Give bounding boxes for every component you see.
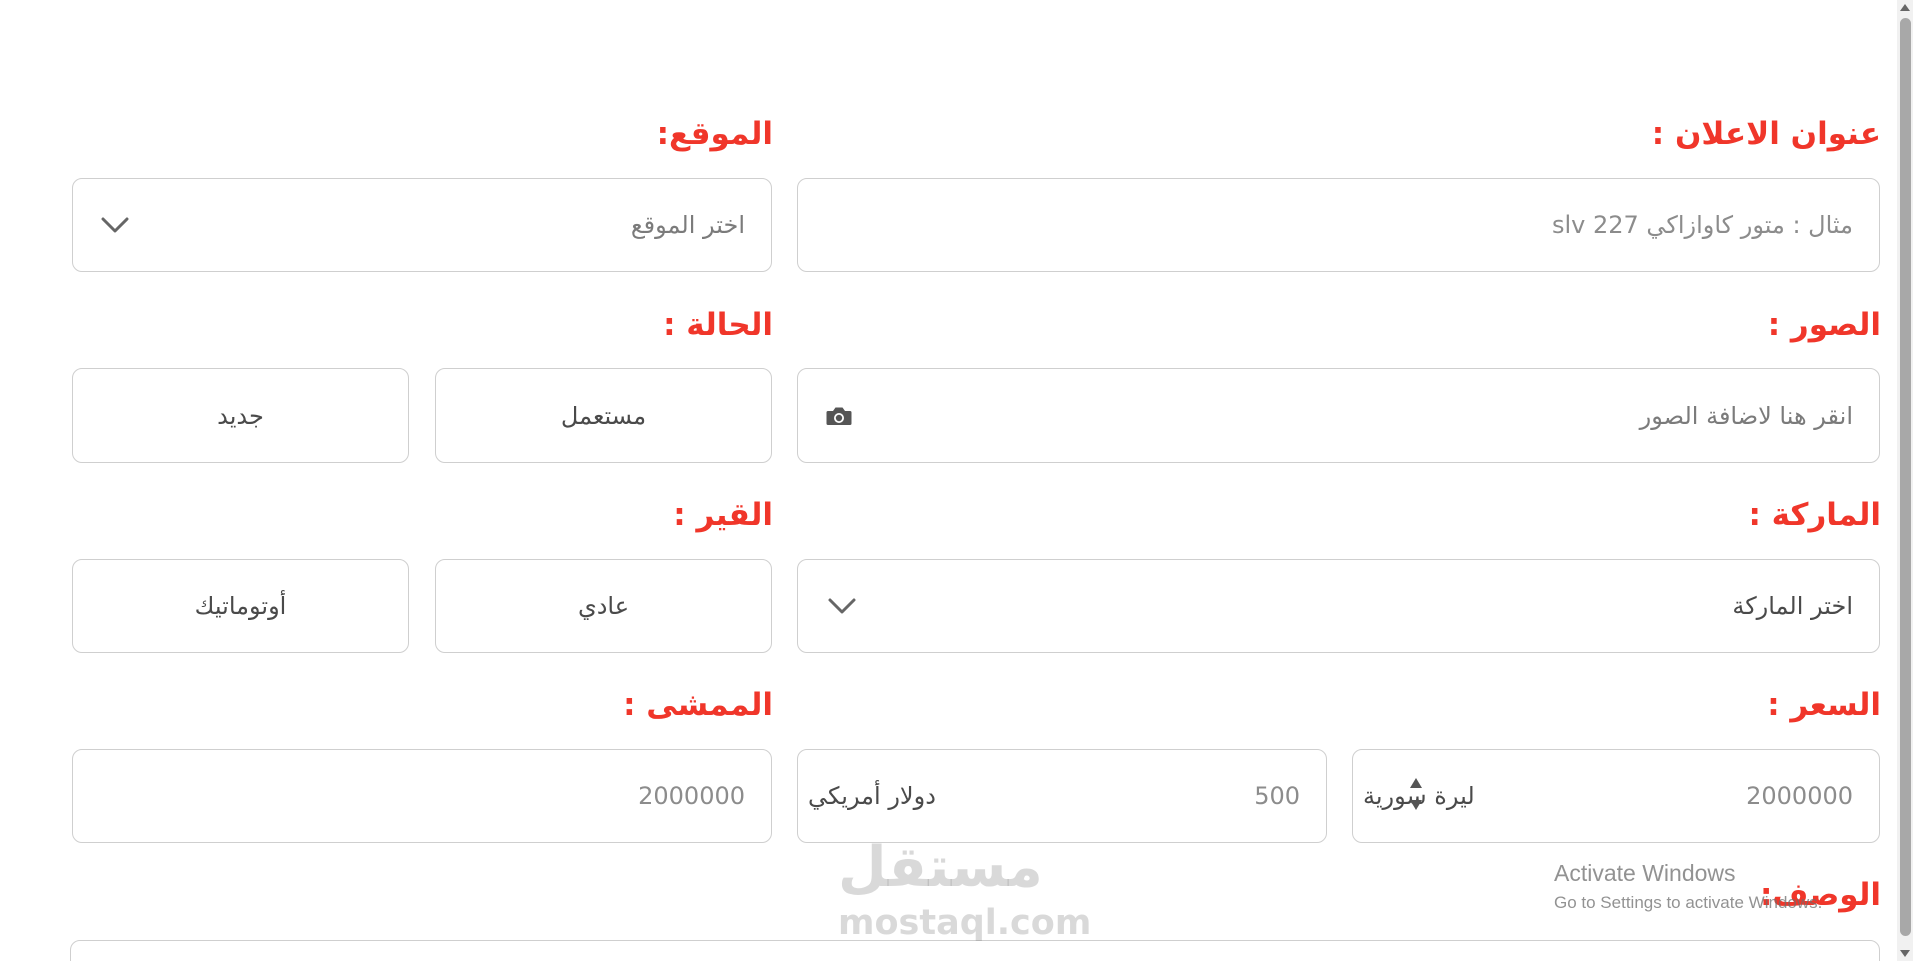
ad-title-label: عنوان الاعلان : <box>1651 116 1881 152</box>
transmission-automatic-label: أوتوماتيك <box>194 592 287 620</box>
location-label: الموقع: <box>656 116 773 152</box>
ad-title-placeholder: مثال : متور كاوازاكي slv 227 <box>1551 211 1853 239</box>
price-label: السعر : <box>1767 687 1881 723</box>
scroll-up-arrow-icon[interactable] <box>1900 4 1910 11</box>
camera-icon <box>826 407 852 425</box>
mileage-label: الممشى : <box>623 687 773 723</box>
condition-label: الحالة : <box>663 307 773 343</box>
chevron-down-icon <box>828 598 856 614</box>
images-upload-field[interactable]: انقر هنا لاضافة الصور <box>797 368 1880 463</box>
transmission-option-automatic[interactable]: أوتوماتيك <box>72 559 409 653</box>
brand-placeholder: اختر الماركة <box>1732 592 1853 620</box>
condition-new-label: جديد <box>217 401 264 430</box>
condition-option-used[interactable]: مستعمل <box>435 368 772 463</box>
scroll-down-arrow-icon[interactable] <box>1900 950 1910 957</box>
mileage-value: 2000000 <box>638 782 745 810</box>
number-spinner-icon[interactable] <box>1409 776 1423 812</box>
brand-select[interactable]: اختر الماركة <box>797 559 1880 653</box>
transmission-option-manual[interactable]: عادي <box>435 559 772 653</box>
transmission-manual-label: عادي <box>577 592 630 620</box>
watermark-logo: مستقل <box>838 835 1043 900</box>
brand-label: الماركة : <box>1748 497 1881 533</box>
activate-windows-subtitle: Go to Settings to activate Windows. <box>1554 893 1823 912</box>
price-usd-currency: دولار أمريكي <box>808 782 936 810</box>
images-label: الصور : <box>1767 307 1881 343</box>
description-textarea[interactable] <box>70 940 1880 961</box>
location-placeholder: اختر الموقع <box>630 211 745 239</box>
transmission-label: القير : <box>673 497 773 533</box>
activate-windows-title: Activate Windows <box>1554 860 1736 886</box>
scrollbar-thumb[interactable] <box>1900 18 1911 936</box>
price-usd-input[interactable]: 500 دولار أمريكي <box>797 749 1327 843</box>
mileage-input[interactable]: 2000000 <box>72 749 772 843</box>
condition-option-new[interactable]: جديد <box>72 368 409 463</box>
condition-used-label: مستعمل <box>560 401 647 430</box>
images-placeholder: انقر هنا لاضافة الصور <box>1639 401 1853 430</box>
location-select[interactable]: اختر الموقع <box>72 178 772 272</box>
watermark-url: mostaql.com <box>838 903 1092 943</box>
vertical-scrollbar[interactable] <box>1897 0 1913 961</box>
price-usd-value: 500 <box>1254 782 1300 810</box>
price-syp-value: 2000000 <box>1746 782 1853 810</box>
chevron-down-icon <box>101 217 129 233</box>
price-syp-input[interactable]: 2000000 ليرة سورية <box>1352 749 1880 843</box>
ad-title-input[interactable]: مثال : متور كاوازاكي slv 227 <box>797 178 1880 272</box>
